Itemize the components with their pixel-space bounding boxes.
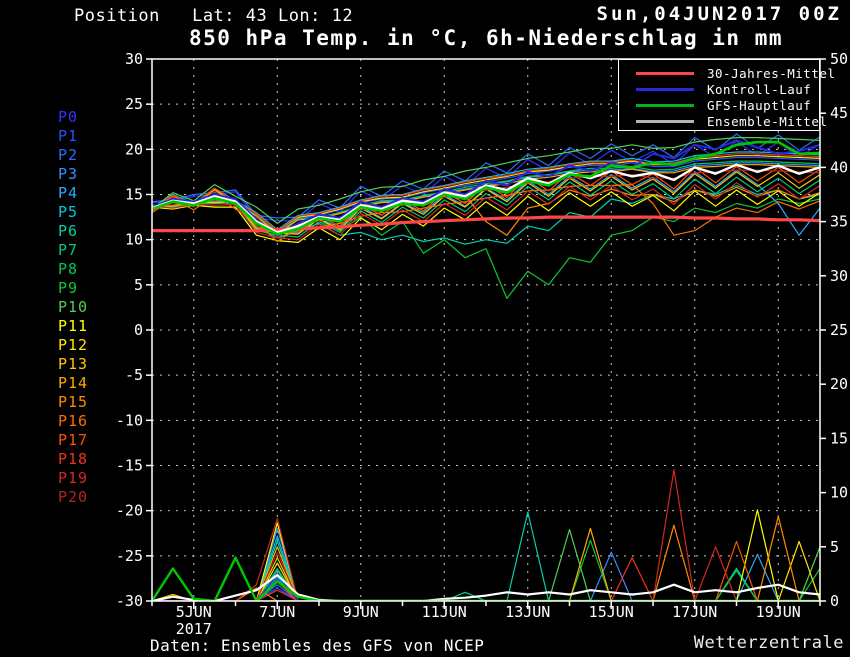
ensemble-member-label: P1: [58, 128, 78, 144]
y-left-tick-label: 15: [125, 186, 143, 204]
data-source-label: Daten: Ensembles des GFS von NCEP: [150, 636, 484, 655]
y-right-tick-label: 0: [830, 592, 839, 610]
ensemble-member-label: P9: [58, 280, 78, 296]
legend-item-label: Kontroll-Lauf: [707, 82, 811, 97]
legend-swatch-line: [636, 104, 694, 107]
x-tick-label: 7JUN: [259, 603, 295, 621]
y-right-tick-label: 20: [830, 375, 848, 393]
y-left-tick-label: 10: [125, 231, 143, 249]
ensemble-member-label: P3: [58, 166, 78, 182]
x-tick-label: 13JUN: [505, 603, 550, 621]
y-left-tick-label: -25: [116, 547, 143, 565]
ensemble-member-label: P0: [58, 109, 78, 125]
ensemble-member-label: P13: [58, 356, 88, 372]
ensemble-member-label: P4: [58, 185, 78, 201]
x-tick-label: 11JUN: [422, 603, 467, 621]
x-tick-label: 19JUN: [756, 603, 801, 621]
y-left-tick-label: -15: [116, 457, 143, 475]
x-tick-label: 5JUN: [176, 603, 212, 621]
legend-item: GFS-Hauptlauf: [619, 97, 819, 113]
y-left-tick-label: 0: [134, 321, 143, 339]
y-right-tick-label: 25: [830, 321, 848, 339]
y-right-tick-label: 40: [830, 158, 848, 176]
y-right-tick-label: 45: [830, 104, 848, 122]
y-left-tick-label: 25: [125, 95, 143, 113]
y-left-tick-label: 30: [125, 50, 143, 68]
plot-border: [152, 59, 820, 601]
y-right-tick-label: 30: [830, 267, 848, 285]
legend-item: Ensemble-Mittel: [619, 113, 819, 129]
brand-label: Wetterzentrale: [694, 633, 844, 653]
y-right-tick-label: 15: [830, 429, 848, 447]
ensemble-member-label: P10: [58, 299, 88, 315]
y-left-tick-label: -30: [116, 592, 143, 610]
legend-swatch-line: [636, 120, 694, 123]
ensemble-member-label: P6: [58, 223, 78, 239]
y-left-tick-label: 20: [125, 140, 143, 158]
ensemble-member-label: P17: [58, 432, 88, 448]
ensemble-member-label: P14: [58, 375, 88, 391]
ensemble-member-label: P12: [58, 337, 88, 353]
ensemble-member-label: P2: [58, 147, 78, 163]
wetterzentrale-ensemble-meteogram: Position Lat: 43 Lon: 12 Sun,04JUN2017 0…: [0, 0, 850, 657]
ensemble-member-label: P7: [58, 242, 78, 258]
member-P17-temp-line: [152, 167, 820, 233]
legend-item-label: GFS-Hauptlauf: [707, 98, 811, 113]
ensemble-member-label: P19: [58, 470, 88, 486]
ensemble-member-label: P18: [58, 451, 88, 467]
x-tick-label: 9JUN: [343, 603, 379, 621]
y-left-tick-label: 5: [134, 276, 143, 294]
member-P19-precip-line: [152, 470, 820, 601]
legend-item: 30-Jahres-Mittel: [619, 65, 819, 81]
legend-swatch-line: [636, 88, 694, 91]
ensemble-member-label: P20: [58, 489, 88, 505]
y-right-tick-label: 10: [830, 484, 848, 502]
legend-item: Kontroll-Lauf: [619, 81, 819, 97]
x-tick-label: 15JUN: [589, 603, 634, 621]
ensemble-member-label: P11: [58, 318, 88, 334]
legend-swatch-line: [636, 72, 694, 75]
legend-item-label: Ensemble-Mittel: [707, 114, 827, 129]
y-left-tick-label: -10: [116, 411, 143, 429]
ensemble-member-label: P15: [58, 394, 88, 410]
series-group: [152, 134, 820, 601]
y-left-tick-label: -5: [125, 366, 143, 384]
y-right-tick-label: 35: [830, 213, 848, 231]
ensemble-member-label: P16: [58, 413, 88, 429]
x-tick-label: 17JUN: [672, 603, 717, 621]
legend-item-label: 30-Jahres-Mittel: [707, 66, 835, 81]
y-right-tick-label: 5: [830, 538, 839, 556]
ensemble-member-label: P5: [58, 204, 78, 220]
ensemble-member-label: P8: [58, 261, 78, 277]
y-left-tick-label: -20: [116, 502, 143, 520]
legend: 30-Jahres-MittelKontroll-LaufGFS-Hauptla…: [618, 59, 820, 131]
